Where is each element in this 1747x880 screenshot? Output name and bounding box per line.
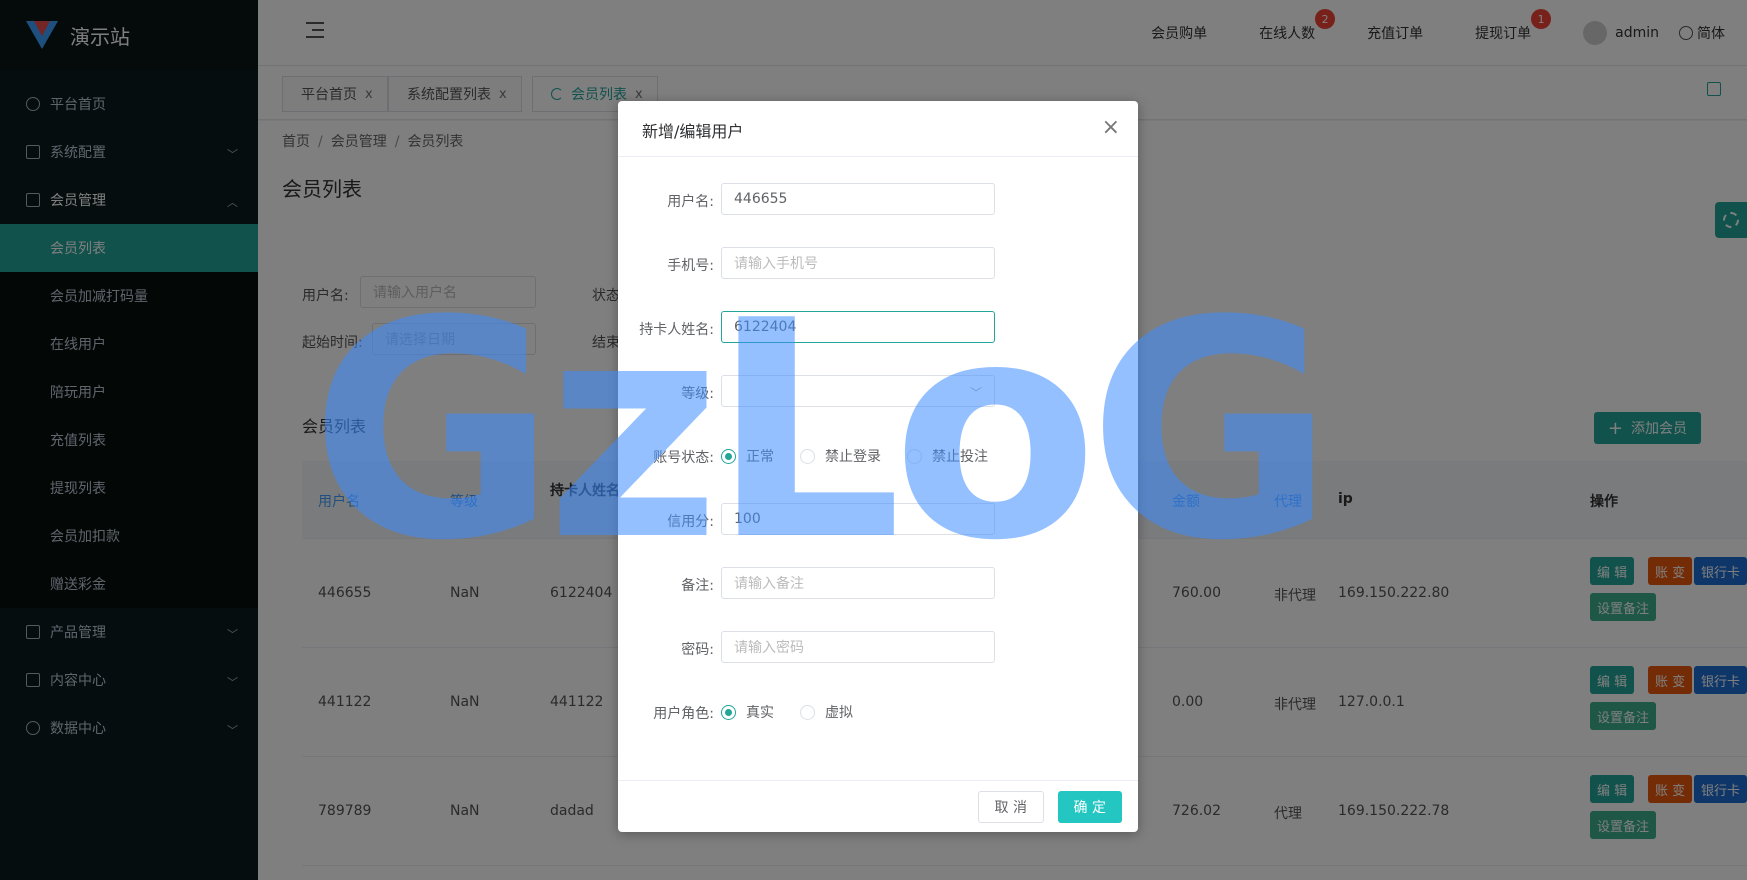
dialog-header: 新增/编辑用户 × xyxy=(618,101,1138,157)
radio-unchecked-icon xyxy=(800,704,815,720)
username-input[interactable]: 446655 xyxy=(721,183,995,215)
cancel-button[interactable]: 取 消 xyxy=(977,791,1044,823)
radio-checked-icon xyxy=(721,704,736,720)
confirm-button[interactable]: 确 定 xyxy=(1057,791,1122,823)
role-label: 用户角色: xyxy=(653,706,714,722)
dialog-footer: 取 消 确 定 xyxy=(618,780,1138,832)
form-row-username: 用户名: 446655 xyxy=(618,183,1138,217)
role-radio-virtual[interactable]: 虚拟 xyxy=(800,702,853,722)
username-label: 用户名: xyxy=(667,194,714,210)
password-input[interactable]: 请输入密码 xyxy=(721,631,995,663)
dialog-title: 新增/编辑用户 xyxy=(642,122,744,141)
password-label: 密码: xyxy=(681,642,714,658)
form-row-role: 用户角色: 真实 虚拟 xyxy=(618,695,1138,729)
watermark-text: GzLoG xyxy=(310,257,1334,606)
close-icon[interactable]: × xyxy=(1102,115,1120,140)
role-radio-group: 真实 虚拟 xyxy=(721,702,879,722)
role-radio-real[interactable]: 真实 xyxy=(721,702,774,722)
radio-label: 虚拟 xyxy=(825,705,853,721)
form-row-password: 密码: 请输入密码 xyxy=(618,631,1138,665)
radio-label: 真实 xyxy=(746,705,774,721)
